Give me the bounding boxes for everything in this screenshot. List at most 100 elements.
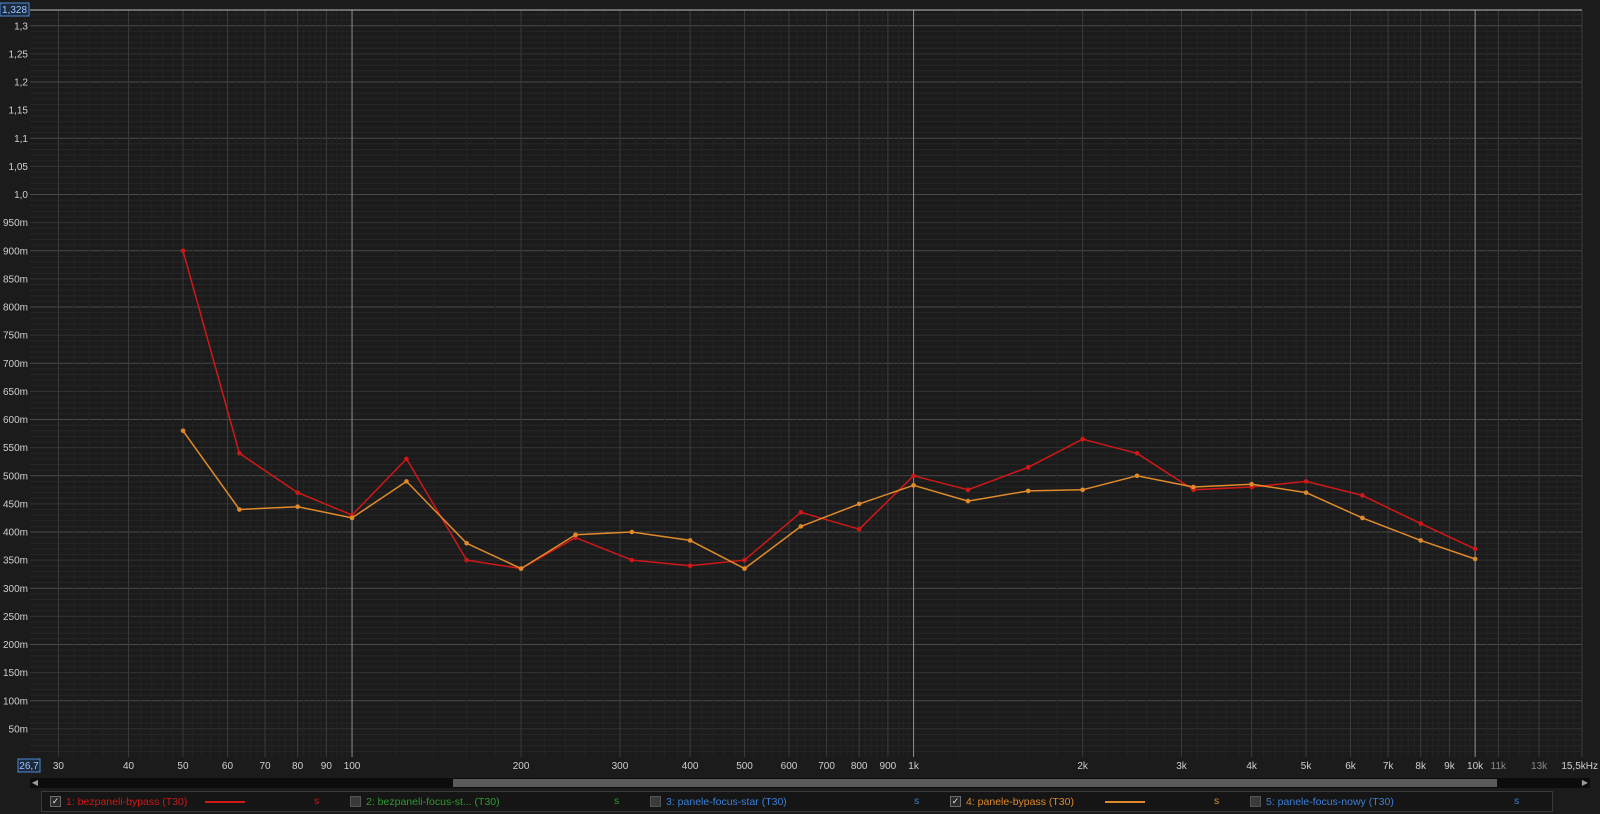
y-tick-label: 500m <box>3 471 28 482</box>
y-tick-label: 550m <box>3 443 28 454</box>
legend-checkbox-3[interactable] <box>650 796 661 807</box>
data-point <box>1360 515 1365 521</box>
x-tick-label: 10k <box>1467 761 1484 772</box>
x-min-label: 26,7 <box>19 761 39 772</box>
legend-checkbox-1[interactable]: ✓ <box>50 796 61 807</box>
legend-swatch-2 <box>505 801 545 803</box>
legend-swatch-3 <box>805 801 845 803</box>
data-point <box>180 248 186 254</box>
y-tick-label: 700m <box>3 359 28 370</box>
data-point <box>1418 538 1424 543</box>
data-point <box>573 532 578 538</box>
x-tick-label: 30 <box>53 761 65 772</box>
legend-item-2[interactable]: 2: bezpaneli-focus-st... (T30) s <box>342 792 642 811</box>
y-tick-label: 1,05 <box>9 162 29 173</box>
y-tick-label: 800m <box>3 303 28 314</box>
data-point <box>742 557 747 563</box>
x-tick-label: 50 <box>177 761 189 772</box>
legend-label-4: 4: panele-bypass (T30) <box>966 795 1074 808</box>
data-point <box>742 566 747 571</box>
x-tick-label: 500 <box>736 761 753 772</box>
y-tick-label: 1,0 <box>14 190 28 201</box>
y-tick-label: 650m <box>3 387 28 398</box>
legend-checkbox-4[interactable]: ✓ <box>950 796 961 807</box>
legend-unit-4: s <box>1214 795 1220 807</box>
data-point <box>1025 488 1031 494</box>
x-tick-label: 80 <box>292 761 304 772</box>
data-point <box>237 507 242 512</box>
x-tick-label: 90 <box>321 761 333 772</box>
data-point <box>1134 450 1140 456</box>
x-tick-label: 2k <box>1077 761 1089 772</box>
y-tick-label: 400m <box>3 528 28 539</box>
data-point <box>1134 473 1140 479</box>
horizontal-scrollbar[interactable]: ◀ ▶ <box>30 778 1590 788</box>
data-point <box>798 510 804 515</box>
x-tick-label: 60 <box>222 761 234 772</box>
legend-swatch-5 <box>1405 801 1445 803</box>
data-point <box>687 538 693 543</box>
x-tick-label: 11k <box>1491 761 1507 772</box>
x-tick-label: 5k <box>1301 761 1313 772</box>
x-tick-label: 40 <box>123 761 135 772</box>
y-tick-label: 300m <box>3 584 28 595</box>
y-tick-label: 600m <box>3 415 28 426</box>
data-point <box>1418 521 1424 526</box>
data-point <box>911 483 916 488</box>
x-min-box[interactable]: 26,7 <box>17 758 41 773</box>
x-tick-label: 200 <box>513 761 530 772</box>
legend-checkbox-5[interactable] <box>1250 796 1261 807</box>
x-tick-label: 70 <box>259 761 271 772</box>
legend-swatch-1 <box>205 801 245 803</box>
legend-swatch-4 <box>1105 801 1145 803</box>
y-max-label: 1,328 <box>2 5 27 16</box>
y-tick-label: 450m <box>3 499 28 510</box>
x-tick-label: 15,5kHz <box>1561 761 1598 772</box>
data-point <box>295 490 300 495</box>
legend-item-4[interactable]: ✓ 4: panele-bypass (T30) s <box>942 792 1242 811</box>
data-point <box>404 479 409 484</box>
scroll-right-icon[interactable]: ▶ <box>1580 778 1590 788</box>
rt60-chart[interactable]: 50m 100m 150m 200m 250m 300m 350m 400m 450m 500m 5… <box>0 0 1600 778</box>
x-tick-label: 1k <box>908 761 920 772</box>
scroll-thumb[interactable] <box>453 779 1497 787</box>
y-max-box[interactable]: 1,328 <box>0 2 30 17</box>
data-point <box>464 557 469 563</box>
y-tick-label: 200m <box>3 640 28 651</box>
x-tick-label: 8k <box>1415 761 1427 772</box>
data-point <box>518 566 524 571</box>
data-point <box>237 450 242 456</box>
scroll-left-icon[interactable]: ◀ <box>30 778 40 788</box>
data-point <box>1080 436 1085 442</box>
y-tick-label: 850m <box>3 274 28 285</box>
legend-item-3[interactable]: 3: panele-focus-star (T30) s <box>642 792 942 811</box>
legend-item-5[interactable]: 5: panele-focus-nowy (T30) s <box>1242 792 1542 811</box>
x-tick-label: 300 <box>612 761 629 772</box>
data-point <box>911 473 916 479</box>
y-tick-label: 250m <box>3 612 28 623</box>
y-tick-label: 750m <box>3 331 28 342</box>
data-point <box>1303 479 1309 484</box>
data-point <box>1472 556 1478 562</box>
data-point <box>798 524 804 529</box>
x-tick-label: 7k <box>1383 761 1395 772</box>
data-point <box>629 557 635 563</box>
data-point <box>1191 484 1196 490</box>
data-point <box>464 540 469 546</box>
data-point <box>629 529 635 535</box>
x-tick-label: 4k <box>1246 761 1258 772</box>
y-tick-label: 1,15 <box>9 106 29 117</box>
data-point <box>687 563 693 569</box>
data-point <box>1360 493 1365 498</box>
legend-item-1[interactable]: ✓ 1: bezpaneli-bypass (T30) s <box>42 792 342 811</box>
x-tick-label: 3k <box>1176 761 1188 772</box>
data-point <box>180 428 186 434</box>
y-tick-label: 1,25 <box>9 49 29 60</box>
legend-checkbox-2[interactable] <box>350 796 361 807</box>
x-tick-label: 600 <box>781 761 798 772</box>
y-tick-label: 350m <box>3 556 28 567</box>
data-point <box>965 498 971 504</box>
x-tick-label: 900 <box>880 761 897 772</box>
x-tick-label: 100 <box>344 761 361 772</box>
legend-label-2: 2: bezpaneli-focus-st... (T30) <box>366 795 500 808</box>
